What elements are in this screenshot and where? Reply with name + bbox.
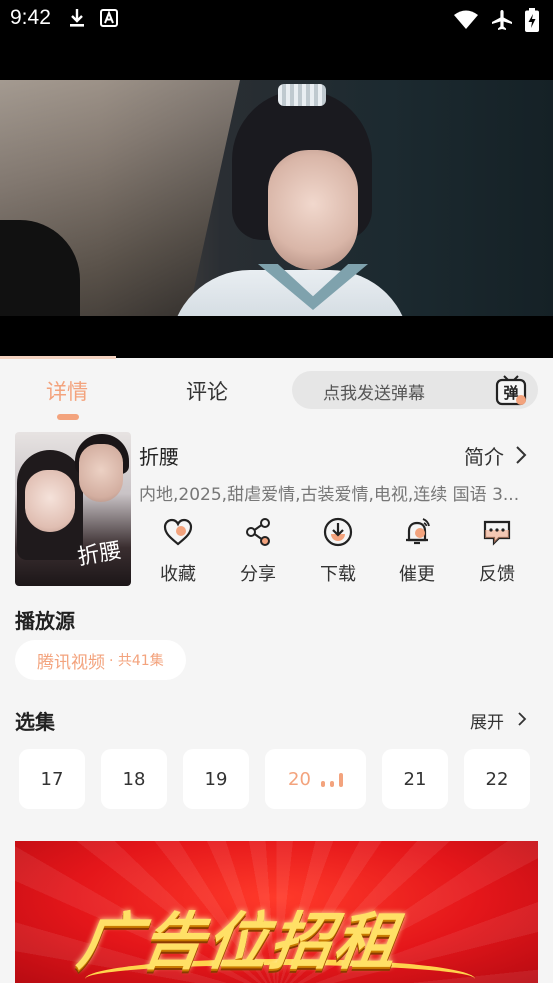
- bell-icon: [406, 518, 430, 545]
- episode-number: 20: [288, 768, 311, 790]
- episode-number: 22: [485, 768, 509, 790]
- episode-button[interactable]: 22: [464, 749, 530, 809]
- share-label: 分享: [240, 564, 276, 585]
- chevron-right-icon[interactable]: [516, 710, 528, 728]
- share-button[interactable]: 分享: [228, 516, 288, 586]
- feedback-icon: [483, 520, 511, 546]
- episode-button[interactable]: 19: [183, 749, 249, 809]
- heart-icon: [163, 518, 193, 546]
- download-button[interactable]: 下载: [308, 516, 368, 586]
- episode-button-active[interactable]: 20: [265, 749, 366, 809]
- episode-number: 18: [122, 768, 146, 790]
- urge-update-label: 催更: [399, 564, 435, 585]
- intro-link[interactable]: 简介: [464, 441, 504, 470]
- episode-button[interactable]: 21: [382, 749, 448, 809]
- airplane-icon: [492, 10, 512, 30]
- episode-number: 21: [403, 768, 427, 790]
- show-poster[interactable]: 折腰: [15, 432, 131, 586]
- poster-title: 折腰: [75, 538, 124, 571]
- urge-update-button[interactable]: 催更: [387, 516, 447, 586]
- video-bottom-bar: [0, 316, 553, 358]
- danmaku-input[interactable]: 点我发送弹幕 弹: [292, 371, 538, 409]
- expand-episodes-link[interactable]: 展开: [470, 708, 504, 733]
- show-title: 折腰: [139, 445, 179, 469]
- download-icon: [70, 9, 84, 27]
- tab-active-indicator: [57, 414, 79, 420]
- tab-comments[interactable]: 评论: [186, 376, 228, 406]
- tab-bar: 详情 评论 点我发送弹幕 弹: [0, 359, 553, 423]
- episode-button[interactable]: 17: [19, 749, 85, 809]
- playing-indicator-icon: [320, 771, 343, 787]
- video-character-face: [268, 150, 358, 270]
- ad-banner[interactable]: 广告位招租: [15, 841, 538, 983]
- episodes-title: 选集: [15, 710, 55, 734]
- danmaku-placeholder: 点我发送弹幕: [323, 384, 425, 404]
- video-player[interactable]: [0, 80, 553, 316]
- favorite-label: 收藏: [160, 564, 196, 585]
- source-chip-selected[interactable]: 腾讯视频 · 共41集: [15, 640, 186, 680]
- poster-figure2-face: [79, 444, 123, 502]
- poster-figure-face: [25, 470, 75, 532]
- status-time: 9:42: [10, 6, 51, 29]
- download-label: 下载: [320, 564, 356, 585]
- tab-details[interactable]: 详情: [46, 376, 88, 406]
- status-bar: 9:42: [0, 0, 553, 80]
- episode-number: 19: [204, 768, 228, 790]
- ad-text: 广告位招租: [73, 905, 404, 978]
- source-name: 腾讯视频: [37, 652, 105, 673]
- favorite-button[interactable]: 收藏: [148, 516, 208, 586]
- danmaku-toggle-icon[interactable]: 弹: [494, 373, 528, 407]
- chevron-right-icon[interactable]: [514, 444, 528, 466]
- feedback-button[interactable]: 反馈: [467, 516, 527, 586]
- download-circle-icon: [323, 517, 353, 547]
- share-icon: [246, 518, 270, 546]
- feedback-label: 反馈: [479, 564, 515, 585]
- episode-button[interactable]: 18: [101, 749, 167, 809]
- battery-charging-icon: [525, 8, 539, 32]
- episode-number: 17: [40, 768, 64, 790]
- show-meta: 内地,2025,甜虐爱情,古装爱情,电视,连续 国语 3...: [139, 485, 520, 505]
- wifi-icon: [454, 10, 478, 29]
- sources-title: 播放源: [15, 609, 75, 633]
- source-episode-count: · 共41集: [109, 653, 164, 669]
- a-badge-icon: [100, 9, 118, 27]
- video-character-crown: [278, 84, 326, 106]
